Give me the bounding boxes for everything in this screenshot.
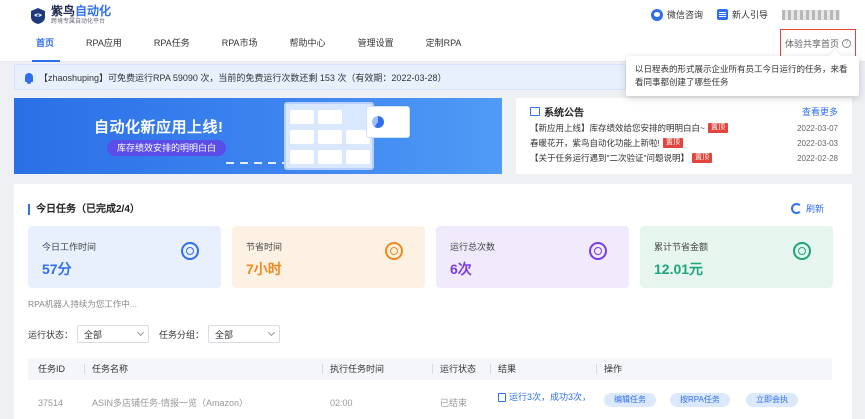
user-menu[interactable] <box>782 9 840 20</box>
announcement-date: 2022-03-03 <box>797 138 838 148</box>
run-icon <box>589 242 607 260</box>
column-header: 操作 <box>595 358 622 380</box>
nav-home[interactable]: 首页 <box>22 30 70 62</box>
nav-rpa-tasks[interactable]: RPA任务 <box>138 30 206 62</box>
column-header: 运行状态 <box>431 358 476 380</box>
stat-card-saved-time: 节省时间 7小时 <box>232 226 425 288</box>
system-announcements: 系统公告 查看更多 【新应用上线】库存绩效给您安排的明明白白~ 置顶 2022-0… <box>516 98 852 174</box>
main-nav: 首页 RPA应用 RPA任务 RPA市场 帮助中心 管理设置 定制RPA <box>22 30 477 62</box>
group-filter-label: 任务分组： <box>159 329 205 340</box>
help-icon[interactable]: ? <box>842 38 851 48</box>
coin-icon <box>793 242 811 260</box>
announcement-date: 2022-02-28 <box>797 153 838 163</box>
clock-icon <box>181 242 199 260</box>
see-more-link[interactable]: 查看更多 <box>802 105 838 118</box>
banner-subtitle: 库存绩效安排的明明白白 <box>107 140 227 156</box>
task-name[interactable]: ASIN多店铺任务-情报一览（Amazon） <box>92 394 248 412</box>
announcement-date: 2022-03-07 <box>797 123 838 133</box>
hourglass-icon <box>385 242 403 260</box>
bell-icon <box>25 72 33 84</box>
share-home-button[interactable]: 体验共享首页 ? <box>780 29 856 57</box>
announcement-item[interactable]: 【关于任务运行遇到"二次验证"问题说明】 置顶 2022-02-28 <box>530 151 838 165</box>
banner-decoration <box>226 162 286 164</box>
robot-status-text: RPA机器人持续为您工作中... <box>28 299 137 309</box>
stat-value: 12.01元 <box>654 261 704 277</box>
stat-card-work-time: 今日工作时间 57分 <box>28 226 221 288</box>
stat-value: 7小时 <box>246 261 282 277</box>
pinned-tag: 置顶 <box>662 138 683 148</box>
nav-settings[interactable]: 管理设置 <box>342 30 410 62</box>
banner-pie-card-illustration <box>366 106 410 138</box>
column-header: 任务名称 <box>83 358 128 380</box>
stat-card-total-runs: 运行总次数 6次 <box>436 226 629 288</box>
pinned-tag: 置顶 <box>707 123 728 133</box>
announcement-item[interactable]: 春暖花开，紫鸟自动化功能上新啦! 置顶 2022-03-03 <box>530 136 838 150</box>
column-header: 结果 <box>489 358 516 380</box>
notice-text: 【zhaoshuping】可免费运行RPA 59090 次，当前的免费运行次数还… <box>39 72 447 83</box>
table-row[interactable]: 37514 ASIN多店铺任务-情报一览（Amazon） 02:00 已结束 运… <box>28 389 832 419</box>
nav-help-center[interactable]: 帮助中心 <box>274 30 342 62</box>
wechat-consult-link[interactable]: 微信咨询 <box>650 8 703 21</box>
status-filter-select[interactable]: 全部 <box>77 325 150 343</box>
user-name-blurred <box>782 9 840 20</box>
logo-text: 紫鸟自动化 跨境专属自动化平台 <box>51 5 111 26</box>
speaker-icon <box>530 106 540 116</box>
nav-custom-rpa[interactable]: 定制RPA <box>410 30 478 62</box>
column-header: 执行任务时间 <box>321 358 384 380</box>
free-runs-notice: 【zhaoshuping】可免费运行RPA 59090 次，当前的免费运行次数还… <box>14 64 626 90</box>
task-table-header: 任务ID 任务名称 执行任务时间 运行状态 结果 操作 <box>28 358 832 380</box>
nav-rpa-apps[interactable]: RPA应用 <box>70 30 138 62</box>
task-time: 02:00 <box>330 398 353 408</box>
newbie-guide-label: 新人引导 <box>731 10 768 20</box>
task-filters: 运行状态： 全部 任务分组： 全部 <box>28 325 290 343</box>
announcement-item[interactable]: 【新应用上线】库存绩效给您安排的明明白白~ 置顶 2022-03-07 <box>530 121 838 135</box>
share-home-tooltip: 以日程表的形式展示企业所有员工今日运行的任务，来看看同事都创建了哪些任务 <box>626 56 859 96</box>
header: 紫鸟自动化 跨境专属自动化平台 微信咨询 新人引导 首页 RPA应用 RPA任务… <box>0 0 865 62</box>
column-header: 任务ID <box>38 364 66 374</box>
stat-card-saved-amount: 累计节省金额 12.01元 <box>640 226 833 288</box>
stat-value: 57分 <box>42 261 72 277</box>
bird-logo-icon <box>29 7 47 25</box>
nav-rpa-market[interactable]: RPA市场 <box>206 30 274 62</box>
announcements-title: 系统公告 <box>530 104 584 119</box>
task-result-link[interactable]: 运行3次，成功3次， <box>498 388 591 406</box>
refresh-icon <box>790 203 802 214</box>
pinned-tag: 置顶 <box>692 153 713 163</box>
today-tasks-title: 今日任务（已完成2/4） <box>28 204 140 215</box>
logo-subtitle: 跨境专属自动化平台 <box>51 19 106 25</box>
task-id: 37514 <box>38 398 64 408</box>
stat-value: 6次 <box>450 261 472 277</box>
share-home-label: 体验共享首页 <box>784 38 839 49</box>
wechat-icon <box>650 8 663 21</box>
rpa-task-button[interactable]: 按RPA任务 <box>670 393 730 407</box>
newbie-guide-link[interactable]: 新人引导 <box>716 8 768 21</box>
logo[interactable]: 紫鸟自动化 跨境专属自动化平台 <box>29 5 111 26</box>
document-icon <box>498 392 506 402</box>
chevron-down-icon <box>267 328 276 337</box>
group-filter-select[interactable]: 全部 <box>208 325 281 343</box>
task-status: 已结束 <box>440 398 468 408</box>
refresh-button[interactable]: 刷新 <box>790 202 824 215</box>
banner-title: 自动化新应用上线! <box>94 119 224 136</box>
promo-banner[interactable]: 自动化新应用上线! 库存绩效安排的明明白白 <box>14 98 502 174</box>
wechat-consult-label: 微信咨询 <box>666 10 703 20</box>
banner-dashboard-illustration <box>284 102 374 170</box>
edit-task-button[interactable]: 编辑任务 <box>604 393 656 407</box>
logo-title: 紫鸟自动化 <box>51 4 112 18</box>
guide-icon <box>716 9 728 20</box>
chevron-down-icon <box>136 328 145 337</box>
status-filter-label: 运行状态： <box>28 329 74 340</box>
top-links: 微信咨询 新人引导 <box>650 8 840 21</box>
run-now-button[interactable]: 立即会执 <box>746 393 798 407</box>
today-tasks-panel: 今日任务（已完成2/4） 刷新 今日工作时间 57分 节省时间 7小时 运行总次… <box>14 184 852 419</box>
